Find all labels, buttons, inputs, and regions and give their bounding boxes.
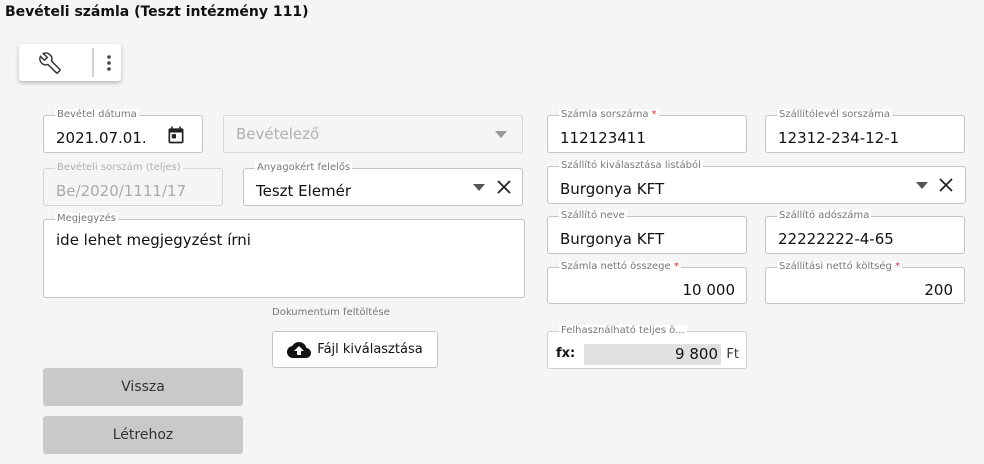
more-vert-icon [107,54,111,71]
usable-total-value: 9 800 [675,345,718,363]
toolbar [19,44,121,81]
wrench-icon [39,51,61,74]
materials-responsible-select[interactable]: Anyagokért felelős Teszt Elemér [243,162,523,206]
notes-label: Megjegyzés [55,213,118,225]
delivery-note-number-value: 12312-234-12-1 [778,129,900,147]
dropdown-arrow-icon[interactable] [472,182,486,192]
document-upload-label: Dokumentum feltöltése [272,307,390,318]
income-serial-field: Bevételi sorszám (teljes) Be/2020/1111/1… [43,162,223,206]
receiver-select[interactable]: Bevételező [223,115,523,153]
invoice-number-value: 112123411 [560,129,646,147]
formula-prefix: fx: [556,346,576,361]
file-select-button[interactable]: Fájl kiválasztása [272,331,438,368]
invoice-number-label: Számla sorszáma * [559,109,659,121]
back-button[interactable]: Vissza [43,368,243,406]
delivery-note-number-field[interactable]: Szállítólevél sorszáma 12312-234-12-1 [765,109,965,153]
notes-value: ide lehet megjegyzést írni [56,231,251,249]
supplier-select-label: Szállító kiválasztása listából [559,160,703,172]
income-date-field[interactable]: Bevétel dátuma 2021.07.01. [43,109,203,153]
file-select-label: Fájl kiválasztása [317,342,423,357]
supplier-tax-number-value: 22222222-4-65 [778,230,894,248]
page-title: Bevételi számla (Teszt intézmény 111) [5,4,309,20]
shipping-net-cost-value: 200 [924,281,953,299]
usable-total-label: Felhasználható teljes ö... [559,325,687,337]
clear-icon[interactable] [495,178,513,196]
invoice-net-amount-value: 10 000 [682,281,736,299]
receiver-placeholder: Bevételező [236,125,320,143]
supplier-tax-number-label: Szállító adószáma [777,210,872,222]
supplier-name-field[interactable]: Szállító neve Burgonya KFT [547,210,747,254]
income-serial-value: Be/2020/1111/17 [56,182,187,200]
create-button[interactable]: Létrehoz [43,416,243,454]
delivery-note-number-label: Szállítólevél sorszáma [777,109,892,121]
income-date-label: Bevétel dátuma [55,109,139,121]
invoice-net-amount-field[interactable]: Számla nettó összege * 10 000 [547,261,747,304]
calendar-icon[interactable] [165,124,187,146]
materials-responsible-label: Anyagokért felelős [255,162,353,174]
toolbar-divider [92,48,94,77]
shipping-net-cost-field[interactable]: Szállítási nettó költség * 200 [765,261,965,304]
invoice-net-amount-label: Számla nettó összege * [559,261,681,273]
usable-total-formula-field: Felhasználható teljes ö... fx: 9 800 Ft [547,325,747,369]
dropdown-arrow-icon[interactable] [915,180,929,190]
supplier-tax-number-field[interactable]: Szállító adószáma 22222222-4-65 [765,210,965,254]
income-date-value: 2021.07.01. [56,129,147,147]
supplier-select[interactable]: Szállító kiválasztása listából Burgonya … [547,160,966,204]
materials-responsible-value: Teszt Elemér [256,182,352,200]
supplier-select-value: Burgonya KFT [560,180,665,198]
shipping-net-cost-label: Szállítási nettó költség * [777,261,903,273]
invoice-number-field[interactable]: Számla sorszáma * 112123411 [547,109,747,153]
supplier-name-label: Szállító neve [559,210,627,222]
cloud-upload-icon [287,341,312,358]
supplier-name-value: Burgonya KFT [560,230,665,248]
settings-button[interactable] [37,44,63,81]
income-serial-label: Bevételi sorszám (teljes) [55,162,183,174]
clear-icon[interactable] [937,176,955,194]
currency-unit: Ft [726,347,739,362]
notes-textarea[interactable]: Megjegyzés ide lehet megjegyzést írni [43,213,525,298]
dropdown-arrow-icon[interactable] [494,129,508,139]
more-options-button[interactable] [99,44,119,81]
